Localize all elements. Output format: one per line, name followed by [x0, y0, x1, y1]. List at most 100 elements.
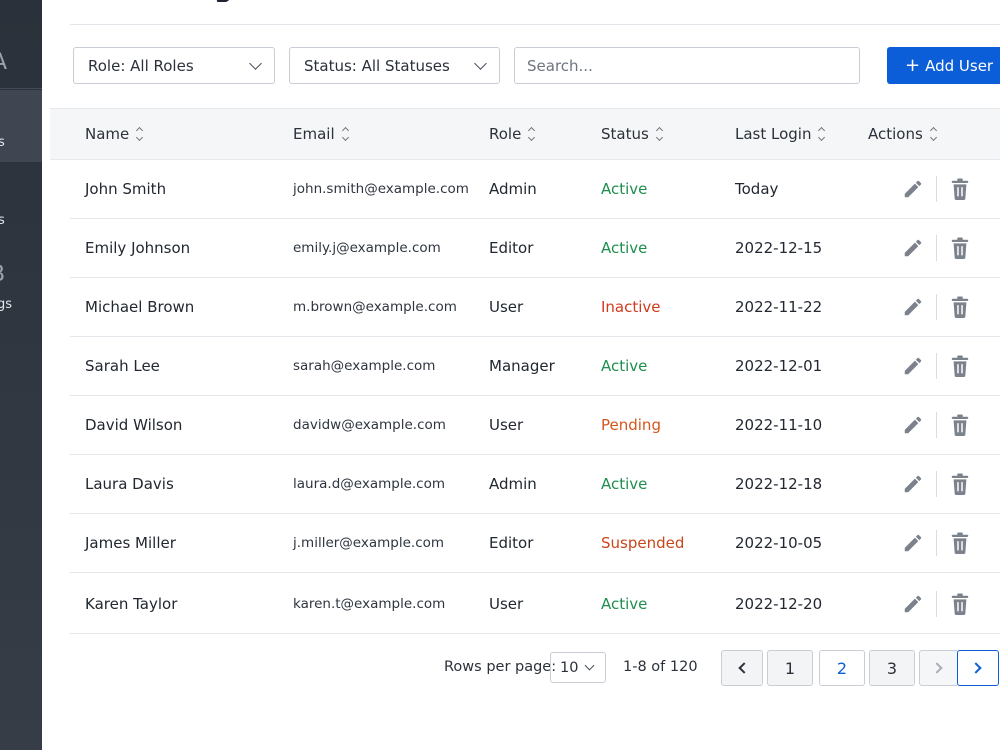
chevron-left-icon	[738, 662, 750, 674]
add-user-button[interactable]: + Add User	[887, 47, 1000, 84]
status-badge: Pending	[601, 416, 661, 434]
cell-last-login: Today	[735, 180, 779, 198]
table-row[interactable]: Karen Taylor karen.t@example.com User Ac…	[70, 575, 1000, 634]
sort-icon	[136, 126, 144, 142]
cell-role: User	[489, 298, 524, 316]
delete-button[interactable]	[947, 294, 973, 320]
cell-name: Michael Brown	[85, 298, 195, 316]
cell-last-login: 2022-11-22	[735, 298, 823, 316]
cell-name: Emily Johnson	[85, 239, 191, 257]
cell-email: sarah@example.com	[293, 358, 436, 374]
trash-icon	[951, 593, 969, 615]
edit-button[interactable]	[900, 471, 926, 497]
column-header-role[interactable]: Role	[489, 109, 536, 159]
page-button-3[interactable]: 3	[869, 650, 915, 686]
table-row[interactable]: David Wilson davidw@example.com User Pen…	[70, 396, 1000, 455]
table-row[interactable]: Sarah Lee sarah@example.com Manager Acti…	[70, 337, 1000, 396]
pencil-icon	[904, 180, 922, 198]
sort-icon	[341, 126, 349, 142]
add-user-label: Add User	[925, 56, 994, 75]
delete-button[interactable]	[947, 471, 973, 497]
pencil-icon	[904, 298, 922, 316]
page-title: g	[214, 0, 268, 2]
status-badge: Active	[601, 357, 648, 375]
action-divider	[936, 235, 937, 261]
delete-button[interactable]	[947, 235, 973, 261]
table-row[interactable]: James Miller j.miller@example.com Editor…	[70, 514, 1000, 573]
delete-button[interactable]	[947, 176, 973, 202]
delete-button[interactable]	[947, 591, 973, 617]
table-row[interactable]: Laura Davis laura.d@example.com Admin Ac…	[70, 455, 1000, 514]
search-input[interactable]	[514, 47, 860, 84]
status-filter-label: Status: All Statuses	[304, 56, 450, 75]
rows-per-page-select[interactable]: 10	[550, 652, 606, 683]
action-divider	[936, 530, 937, 556]
cell-name: David Wilson	[85, 416, 183, 434]
page-button-2[interactable]: 2	[819, 650, 865, 686]
cell-last-login: 2022-12-20	[735, 595, 823, 613]
role-filter-select[interactable]: Role: All Roles	[73, 47, 275, 84]
trash-icon	[951, 414, 969, 436]
cell-email: j.miller@example.com	[293, 535, 445, 551]
pencil-icon	[904, 534, 922, 552]
cell-last-login: 2022-12-18	[735, 475, 823, 493]
action-divider	[936, 412, 937, 438]
cell-name: James Miller	[85, 534, 176, 552]
column-header-label: Email	[293, 125, 335, 143]
trash-icon	[951, 473, 969, 495]
edit-button[interactable]	[900, 530, 926, 556]
edit-button[interactable]	[900, 591, 926, 617]
status-filter-select[interactable]: Status: All Statuses	[289, 47, 500, 84]
column-header-last-login[interactable]: Last Login	[735, 109, 826, 159]
rows-per-page-value: 10	[560, 659, 579, 676]
chevron-down-icon	[249, 56, 262, 70]
delete-button[interactable]	[947, 353, 973, 379]
pencil-icon	[904, 595, 922, 613]
sort-icon	[818, 126, 826, 142]
role-filter-label: Role: All Roles	[88, 56, 194, 75]
cell-email: karen.t@example.com	[293, 596, 446, 612]
edit-button[interactable]	[900, 294, 926, 320]
edit-button[interactable]	[900, 176, 926, 202]
page-button-1[interactable]: 1	[767, 650, 813, 686]
action-divider	[936, 471, 937, 497]
column-header-actions[interactable]: Actions	[868, 109, 937, 159]
edit-button[interactable]	[900, 412, 926, 438]
pencil-icon	[904, 239, 922, 257]
status-badge: Suspended	[601, 534, 685, 552]
plus-icon: +	[905, 54, 921, 76]
cell-name: Laura Davis	[85, 475, 174, 493]
column-header-name[interactable]: Name	[85, 109, 144, 159]
table-row[interactable]: John Smith john.smith@example.com Admin …	[70, 160, 1000, 219]
column-header-status[interactable]: Status	[601, 109, 663, 159]
column-header-label: Actions	[868, 125, 923, 143]
table-row[interactable]: Michael Brown m.brown@example.com User I…	[70, 278, 1000, 337]
trash-icon	[951, 532, 969, 554]
header-divider	[70, 24, 1000, 25]
sidebar-settings-icon-fragment: B	[0, 264, 5, 286]
sidebar-item-settings-label[interactable]: gs	[0, 297, 12, 312]
next-page-button-disabled[interactable]	[919, 650, 959, 686]
sidebar-item-users[interactable]: s	[0, 90, 42, 162]
cell-email: m.brown@example.com	[293, 299, 457, 315]
action-divider	[936, 353, 937, 379]
sort-icon	[929, 126, 937, 142]
edit-button[interactable]	[900, 235, 926, 261]
cell-role: Editor	[489, 534, 534, 552]
status-badge: Active	[601, 180, 648, 198]
cell-last-login: 2022-10-05	[735, 534, 823, 552]
status-badge: Active	[601, 475, 648, 493]
edit-button[interactable]	[900, 353, 926, 379]
action-divider	[936, 176, 937, 202]
sidebar-divider	[0, 88, 42, 89]
action-divider	[936, 294, 937, 320]
delete-button[interactable]	[947, 412, 973, 438]
delete-button[interactable]	[947, 530, 973, 556]
status-badge: Inactive	[601, 298, 661, 316]
prev-page-button[interactable]	[721, 650, 763, 686]
table-row[interactable]: Emily Johnson emily.j@example.com Editor…	[70, 219, 1000, 278]
cell-role: User	[489, 416, 524, 434]
next-page-button[interactable]	[957, 650, 999, 686]
sidebar-item-label[interactable]: s	[0, 213, 5, 228]
column-header-email[interactable]: Email	[293, 109, 349, 159]
